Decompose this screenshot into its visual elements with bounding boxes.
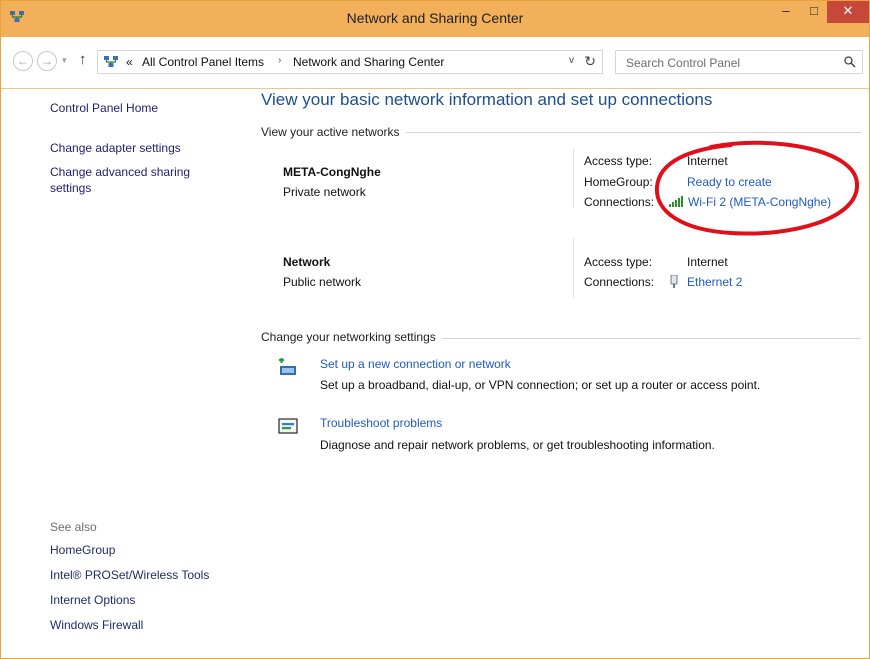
- homegroup-ready-to-create-link[interactable]: Ready to create: [687, 175, 772, 189]
- troubleshoot-icon[interactable]: [277, 417, 299, 437]
- search-input[interactable]: Search Control Panel: [626, 56, 740, 70]
- network-type: Public network: [283, 275, 362, 289]
- wifi-signal-icon: [669, 196, 683, 207]
- homegroup-label: HomeGroup:: [584, 175, 653, 189]
- forward-button[interactable]: →: [37, 51, 57, 71]
- control-panel-home-link[interactable]: Control Panel Home: [50, 100, 158, 116]
- change-adapter-settings-link[interactable]: Change adapter settings: [50, 140, 181, 156]
- breadcrumb-network-and-sharing-center[interactable]: Network and Sharing Center: [293, 55, 444, 69]
- homegroup-link[interactable]: HomeGroup: [50, 543, 115, 557]
- access-type-value: Internet: [687, 255, 728, 269]
- window-title: Network and Sharing Center: [346, 10, 524, 26]
- network-type: Private network: [283, 185, 366, 199]
- ethernet-connection-link[interactable]: Ethernet 2: [687, 275, 742, 289]
- main-content: View your basic network information and …: [233, 90, 869, 658]
- ethernet-icon: [670, 275, 678, 288]
- page-title: View your basic network information and …: [261, 90, 713, 109]
- network-name: META-CongNghe: [283, 165, 381, 179]
- left-pane: Control Panel Home Change adapter settin…: [2, 90, 232, 658]
- recent-locations-dropdown[interactable]: ▾: [62, 55, 67, 66]
- up-button[interactable]: ↑: [79, 51, 87, 68]
- access-type-label: Access type:: [584, 154, 653, 168]
- troubleshoot-problems-description: Diagnose and repair network problems, or…: [320, 438, 715, 452]
- networking-settings-label: Change your networking settings: [261, 330, 442, 344]
- access-type-value: Internet: [687, 154, 728, 168]
- troubleshoot-problems-link[interactable]: Troubleshoot problems: [320, 416, 442, 430]
- address-dropdown[interactable]: v: [569, 55, 574, 66]
- address-bar[interactable]: « All Control Panel Items › Network and …: [97, 50, 603, 74]
- maximize-button[interactable]: □: [801, 1, 827, 23]
- change-advanced-sharing-settings-link[interactable]: Change advanced sharing settings: [50, 164, 220, 196]
- windows-firewall-link[interactable]: Windows Firewall: [50, 618, 143, 632]
- network-name: Network: [283, 255, 331, 269]
- new-connection-icon[interactable]: [277, 358, 299, 378]
- see-also-label: See also: [50, 520, 97, 534]
- vertical-divider: [573, 148, 574, 208]
- access-type-label: Access type:: [584, 255, 653, 269]
- connections-label: Connections:: [584, 195, 655, 209]
- close-button[interactable]: ✕: [827, 1, 869, 23]
- title-bar[interactable]: Network and Sharing Center – □ ✕: [1, 1, 869, 37]
- search-icon[interactable]: [844, 56, 856, 68]
- breadcrumb-separator[interactable]: ›: [278, 55, 281, 66]
- search-box[interactable]: Search Control Panel: [615, 50, 863, 74]
- intel-proset-wireless-tools-link[interactable]: Intel® PROSet/Wireless Tools: [50, 568, 209, 582]
- internet-options-link[interactable]: Internet Options: [50, 593, 135, 607]
- connections-label: Connections:: [584, 275, 655, 289]
- back-button[interactable]: ←: [13, 51, 33, 71]
- navigation-bar: ← → ▾ ↑ « All Control Panel Items › Netw…: [1, 37, 869, 89]
- setup-new-connection-link[interactable]: Set up a new connection or network: [320, 357, 511, 371]
- active-networks-label: View your active networks: [261, 125, 406, 139]
- network-location-icon: [104, 56, 118, 67]
- wifi-connection-link[interactable]: Wi-Fi 2 (META-CongNghe): [688, 195, 831, 209]
- breadcrumb-all-control-panel-items[interactable]: All Control Panel Items: [142, 55, 264, 69]
- window-frame: Network and Sharing Center – □ ✕ ← → ▾ ↑…: [0, 0, 870, 659]
- setup-new-connection-description: Set up a broadband, dial-up, or VPN conn…: [320, 378, 761, 392]
- breadcrumb-overflow[interactable]: «: [126, 55, 133, 69]
- refresh-button[interactable]: ↻: [584, 53, 596, 70]
- minimize-button[interactable]: –: [773, 1, 799, 23]
- vertical-divider: [573, 238, 574, 298]
